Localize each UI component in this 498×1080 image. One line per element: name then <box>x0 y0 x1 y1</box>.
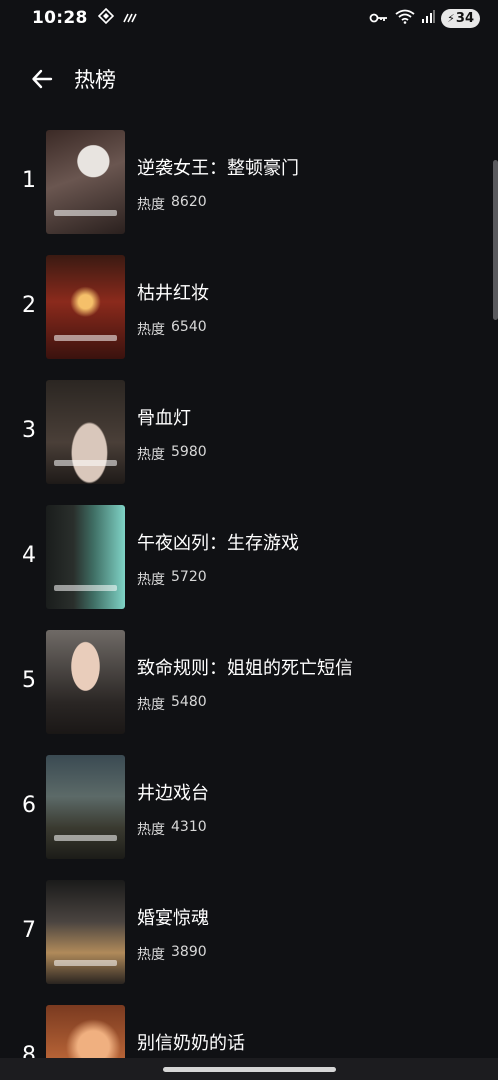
cover-thumbnail[interactable] <box>46 380 125 484</box>
item-heat: 热度 6540 <box>137 319 209 339</box>
item-title: 枯井红妆 <box>137 283 209 304</box>
rank-number: 4 <box>22 543 36 568</box>
item-info: 婚宴惊魂 热度 3890 <box>137 904 209 964</box>
list-item[interactable]: 5 致命规则：姐姐的死亡短信 热度 5480 <box>0 626 498 751</box>
wifi-icon <box>395 9 415 28</box>
list-item[interactable]: 2 枯井红妆 热度 6540 <box>0 251 498 376</box>
cover-thumbnail[interactable] <box>46 630 125 734</box>
cover-thumbnail[interactable] <box>46 755 125 859</box>
back-arrow-icon <box>32 69 53 89</box>
signal-icon <box>421 9 436 28</box>
rank-number: 3 <box>22 418 36 443</box>
list-item[interactable]: 1 逆袭女王：整顿豪门 热度 8620 <box>0 126 498 251</box>
hot-list: 1 逆袭女王：整顿豪门 热度 8620 2 枯井红妆 热度 6540 3 骨血灯… <box>0 126 498 1080</box>
item-title: 午夜凶列：生存游戏 <box>137 533 299 554</box>
heat-label: 热度 <box>137 197 165 213</box>
heat-value: 5720 <box>171 569 207 585</box>
heat-label: 热度 <box>137 447 165 463</box>
rank-number: 1 <box>22 168 36 193</box>
item-info: 午夜凶列：生存游戏 热度 5720 <box>137 529 299 589</box>
cover-caption <box>54 960 117 966</box>
back-button[interactable] <box>28 65 56 93</box>
cover-thumbnail[interactable] <box>46 505 125 609</box>
heat-label: 热度 <box>137 947 165 963</box>
status-left-icons <box>97 7 138 28</box>
heat-value: 4310 <box>171 819 207 835</box>
app-diamond-icon <box>97 7 114 28</box>
battery-indicator: ⚡ 34 <box>441 8 480 28</box>
heat-label: 热度 <box>137 822 165 838</box>
item-title: 井边戏台 <box>137 783 209 804</box>
item-info: 井边戏台 热度 4310 <box>137 779 209 839</box>
heat-label: 热度 <box>137 697 165 713</box>
item-heat: 热度 5720 <box>137 569 299 589</box>
heat-value: 6540 <box>171 319 207 335</box>
status-time: 10:28 <box>32 8 88 28</box>
rank-number: 2 <box>22 293 36 318</box>
item-title: 别信奶奶的话 <box>137 1033 245 1054</box>
charging-bolt-icon: ⚡ <box>447 11 455 25</box>
item-title: 致命规则：姐姐的死亡短信 <box>137 658 353 679</box>
item-heat: 热度 4310 <box>137 819 209 839</box>
cover-caption <box>54 835 117 841</box>
item-info: 逆袭女王：整顿豪门 热度 8620 <box>137 154 299 214</box>
scrollbar[interactable] <box>493 160 498 320</box>
header: 热榜 <box>0 56 498 102</box>
status-right-icons: ⚡ 34 <box>369 8 480 28</box>
item-title: 骨血灯 <box>137 408 191 429</box>
item-heat: 热度 8620 <box>137 194 299 214</box>
key-icon <box>369 9 389 28</box>
cover-thumbnail[interactable] <box>46 255 125 359</box>
heat-label: 热度 <box>137 572 165 588</box>
item-heat: 热度 3890 <box>137 944 209 964</box>
status-bar: 10:28 ⚡ 34 <box>0 0 498 36</box>
cover-caption <box>54 585 117 591</box>
list-item[interactable]: 7 婚宴惊魂 热度 3890 <box>0 876 498 1001</box>
rank-number: 7 <box>22 918 36 943</box>
heat-value: 3890 <box>171 944 207 960</box>
cover-caption <box>54 460 117 466</box>
heat-value: 5480 <box>171 694 207 710</box>
item-info: 致命规则：姐姐的死亡短信 热度 5480 <box>137 654 353 714</box>
heat-value: 5980 <box>171 444 207 460</box>
item-info: 骨血灯 热度 5980 <box>137 404 207 464</box>
battery-level: 34 <box>455 10 474 26</box>
list-item[interactable]: 3 骨血灯 热度 5980 <box>0 376 498 501</box>
item-info: 枯井红妆 热度 6540 <box>137 279 209 339</box>
rank-number: 5 <box>22 668 36 693</box>
home-indicator[interactable] <box>163 1067 336 1072</box>
list-item[interactable]: 4 午夜凶列：生存游戏 热度 5720 <box>0 501 498 626</box>
item-title: 婚宴惊魂 <box>137 908 209 929</box>
item-heat: 热度 5480 <box>137 694 353 714</box>
cover-thumbnail[interactable] <box>46 880 125 984</box>
item-info: 别信奶奶的话 <box>137 1029 245 1055</box>
item-heat: 热度 5980 <box>137 444 207 464</box>
list-item[interactable]: 6 井边戏台 热度 4310 <box>0 751 498 876</box>
stripes-icon <box>122 9 138 28</box>
page-title: 热榜 <box>74 68 116 92</box>
cover-thumbnail[interactable] <box>46 130 125 234</box>
heat-value: 8620 <box>171 194 207 210</box>
cover-caption <box>54 335 117 341</box>
screen: 10:28 ⚡ 34 热榜 1 逆袭女王：整顿豪门 热度 8620 2 枯井红妆… <box>0 0 498 1080</box>
rank-number: 6 <box>22 793 36 818</box>
cover-caption <box>54 210 117 216</box>
heat-label: 热度 <box>137 322 165 338</box>
item-title: 逆袭女王：整顿豪门 <box>137 158 299 179</box>
